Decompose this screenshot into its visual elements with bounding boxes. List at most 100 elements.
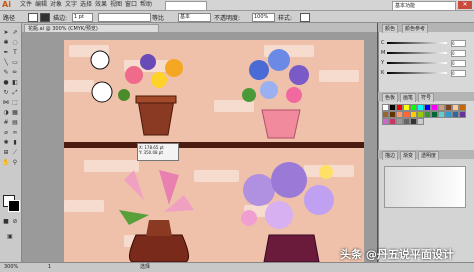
slider-y-value[interactable]: 0 — [451, 60, 466, 67]
pencil-tool-icon[interactable]: ✏ — [11, 69, 19, 76]
color-swatch[interactable] — [403, 118, 410, 125]
screen-mode-icon[interactable]: ▣ — [6, 233, 14, 240]
tab-color-guide[interactable]: 颜色参考 — [402, 24, 429, 33]
close-button[interactable]: ✕ — [458, 1, 472, 9]
color-swatch[interactable] — [452, 104, 459, 111]
slider-m-value[interactable]: 0 — [451, 50, 466, 57]
opacity-field[interactable]: 100% — [252, 13, 275, 22]
zoom-tool-icon[interactable]: ⚲ — [11, 159, 19, 166]
line-tool-icon[interactable]: ╲ — [2, 59, 10, 66]
graph-tool-icon[interactable]: ▮ — [11, 139, 19, 146]
brush-definition-dropdown[interactable]: 基本 — [178, 13, 211, 22]
color-swatch[interactable] — [403, 111, 410, 118]
brush-dropdown[interactable] — [165, 1, 207, 11]
menu-type[interactable]: 文字 — [65, 0, 77, 10]
eyedropper-tool-icon[interactable]: ⌀ — [2, 129, 10, 136]
fill-color-swatch[interactable] — [28, 13, 38, 22]
color-swatch[interactable] — [417, 104, 424, 111]
magic-wand-tool-icon[interactable]: ✱ — [2, 39, 10, 46]
gradient-tool-icon[interactable]: ▤ — [11, 119, 19, 126]
slider-k-value[interactable]: 0 — [451, 70, 466, 77]
rotate-tool-icon[interactable]: ↻ — [2, 89, 10, 96]
pen-tool-icon[interactable]: ✒ — [2, 49, 10, 56]
rectangle-tool-icon[interactable]: ▭ — [11, 59, 19, 66]
tab-gradient[interactable]: 渐变 — [400, 151, 417, 160]
color-swatch[interactable] — [396, 118, 403, 125]
color-swatch[interactable] — [431, 104, 438, 111]
artboard-tool-icon[interactable]: ⊞ — [2, 149, 10, 156]
color-swatch[interactable] — [431, 111, 438, 118]
color-swatch[interactable] — [382, 118, 389, 125]
slider-c-track[interactable] — [387, 42, 447, 44]
stroke-color-swatch[interactable] — [40, 13, 50, 22]
none-mode-icon[interactable]: ⊘ — [11, 218, 19, 225]
graphic-style-swatch[interactable] — [300, 13, 310, 22]
tab-swatches[interactable]: 色板 — [382, 93, 399, 102]
color-swatch[interactable] — [452, 111, 459, 118]
menu-help[interactable]: 帮助 — [140, 0, 152, 10]
type-tool-icon[interactable]: T — [11, 49, 19, 56]
menu-edit[interactable]: 编辑 — [35, 0, 47, 10]
color-swatch[interactable] — [459, 104, 466, 111]
menu-object[interactable]: 对象 — [50, 0, 62, 10]
lasso-tool-icon[interactable]: ◌ — [11, 39, 19, 46]
paintbrush-tool-icon[interactable]: ✎ — [2, 69, 10, 76]
stroke-weight-field[interactable]: 1 pt — [72, 13, 93, 22]
slider-m[interactable]: M 0 — [381, 50, 466, 57]
slider-y[interactable]: Y 0 — [381, 60, 466, 67]
scale-tool-icon[interactable]: ⤢ — [11, 89, 19, 96]
slider-m-track[interactable] — [387, 52, 447, 54]
perspective-grid-tool-icon[interactable]: ▦ — [11, 109, 19, 116]
color-swatch[interactable] — [396, 111, 403, 118]
zoom-level[interactable]: 300% — [4, 264, 18, 271]
eraser-tool-icon[interactable]: ◧ — [11, 79, 19, 86]
color-swatch[interactable] — [396, 104, 403, 111]
color-swatch[interactable] — [410, 104, 417, 111]
artboard-number[interactable]: 1 — [48, 264, 51, 271]
color-swatch[interactable] — [403, 104, 410, 111]
menu-effect[interactable]: 效果 — [95, 0, 107, 10]
color-swatch[interactable] — [417, 118, 424, 125]
menu-window[interactable]: 窗口 — [125, 0, 137, 10]
direct-selection-tool-icon[interactable]: ⇗ — [11, 29, 19, 36]
color-swatch[interactable] — [424, 104, 431, 111]
tab-color[interactable]: 颜色 — [382, 24, 399, 33]
slider-k[interactable]: K 0 — [381, 70, 466, 77]
mesh-tool-icon[interactable]: # — [2, 119, 10, 126]
color-swatch[interactable] — [410, 111, 417, 118]
menu-view[interactable]: 视图 — [110, 0, 122, 10]
color-swatch[interactable] — [389, 111, 396, 118]
color-mode-icon[interactable]: ■ — [2, 218, 10, 225]
color-swatch[interactable] — [438, 104, 445, 111]
color-swatch[interactable] — [389, 118, 396, 125]
stroke-swatch[interactable] — [8, 200, 20, 212]
gradient-preview[interactable] — [384, 166, 466, 208]
free-transform-tool-icon[interactable]: ⬚ — [11, 99, 19, 106]
shape-builder-tool-icon[interactable]: ◑ — [2, 109, 10, 116]
artboard[interactable] — [64, 40, 364, 262]
tab-symbols[interactable]: 符号 — [418, 93, 435, 102]
blob-brush-tool-icon[interactable]: ● — [2, 79, 10, 86]
width-tool-icon[interactable]: ⋈ — [2, 99, 10, 106]
color-swatch[interactable] — [417, 111, 424, 118]
menu-select[interactable]: 选择 — [80, 0, 92, 10]
blend-tool-icon[interactable]: ∞ — [11, 129, 19, 136]
color-swatch[interactable] — [459, 111, 466, 118]
color-swatch[interactable] — [382, 111, 389, 118]
color-swatch[interactable] — [389, 104, 396, 111]
variable-width-dropdown[interactable] — [98, 13, 151, 22]
menu-file[interactable]: 文件 — [20, 0, 32, 10]
tab-transparency[interactable]: 透明度 — [418, 151, 440, 160]
slider-c-value[interactable]: 0 — [451, 40, 466, 47]
color-swatch[interactable] — [445, 111, 452, 118]
selection-tool-icon[interactable]: ➤ — [2, 29, 10, 36]
color-swatch[interactable] — [445, 104, 452, 111]
slice-tool-icon[interactable]: ⟋ — [11, 149, 19, 156]
hand-tool-icon[interactable]: ✋ — [2, 159, 10, 166]
slider-y-track[interactable] — [387, 62, 447, 64]
color-swatch[interactable] — [424, 111, 431, 118]
tab-brushes[interactable]: 画笔 — [400, 93, 417, 102]
color-swatch[interactable] — [438, 111, 445, 118]
color-swatch[interactable] — [410, 118, 417, 125]
slider-k-track[interactable] — [387, 72, 447, 74]
